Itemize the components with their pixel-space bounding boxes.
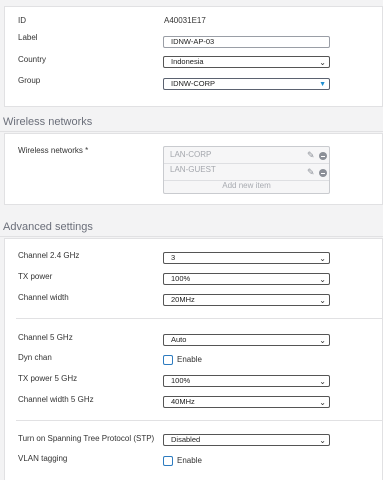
channel-5-select[interactable]: Auto ⌄ [163, 334, 330, 346]
network-name: LAN-GUEST [170, 165, 216, 174]
list-item: LAN-CORP ✎ [164, 147, 329, 163]
chevron-down-icon: ⌄ [319, 254, 326, 263]
channel-width-5-value: 40MHz [171, 397, 195, 406]
stp-value: Disabled [171, 435, 201, 444]
chevron-down-icon: ⌄ [319, 436, 326, 445]
stp-select[interactable]: Disabled ⌄ [163, 434, 330, 446]
vlan-enable-label[interactable]: Enable [177, 456, 202, 465]
chevron-down-icon: ⌄ [319, 58, 326, 67]
group-label: Group [18, 76, 41, 85]
dyn-chan-checkbox[interactable] [163, 355, 173, 365]
group-select[interactable]: IDNW-CORP ▼ [163, 78, 330, 90]
channel-width-5-label: Channel width 5 GHz [18, 395, 94, 404]
pencil-icon[interactable]: ✎ [307, 150, 317, 160]
remove-icon[interactable] [319, 152, 327, 160]
chevron-down-icon: ⌄ [319, 377, 326, 386]
id-label: ID [18, 16, 26, 25]
group-divider [16, 420, 383, 421]
chevron-down-icon: ⌄ [319, 336, 326, 345]
dyn-chan-enable-label[interactable]: Enable [177, 355, 202, 364]
channel-width-5-select[interactable]: 40MHz ⌄ [163, 396, 330, 408]
channel-width-label: Channel width [18, 293, 69, 302]
channel-24-label: Channel 2.4 GHz [18, 251, 80, 260]
country-select-value: Indonesia [171, 57, 204, 66]
chevron-down-icon: ⌄ [319, 296, 326, 305]
wireless-section-divider [0, 131, 383, 132]
remove-icon[interactable] [319, 169, 327, 177]
vlan-label: VLAN tagging [18, 454, 68, 463]
id-value: A40031E17 [164, 16, 206, 25]
group-divider [16, 318, 383, 319]
pencil-icon[interactable]: ✎ [307, 167, 317, 177]
channel-width-select[interactable]: 20MHz ⌄ [163, 294, 330, 306]
tx-power-5-select[interactable]: 100% ⌄ [163, 375, 330, 387]
network-name: LAN-CORP [170, 150, 212, 159]
channel-width-value: 20MHz [171, 295, 195, 304]
advanced-section-title: Advanced settings [3, 221, 93, 233]
chevron-down-icon: ⌄ [319, 398, 326, 407]
tx-power-5-value: 100% [171, 376, 191, 385]
channel-5-value: Auto [171, 335, 187, 344]
country-select[interactable]: Indonesia ⌄ [163, 56, 330, 68]
country-label: Country [18, 55, 47, 64]
label-input-value: IDNW-AP-03 [171, 37, 215, 46]
stp-label: Turn on Spanning Tree Protocol (STP) [18, 434, 155, 443]
tx-power-5-label: TX power 5 GHz [18, 374, 78, 383]
add-new-item-button[interactable]: Add new item [164, 181, 329, 190]
wireless-networks-list: LAN-CORP ✎ LAN-GUEST ✎ Add new item [163, 146, 330, 194]
dyn-chan-label: Dyn chan [18, 353, 52, 362]
caret-down-icon: ▼ [319, 81, 326, 88]
tx-power-label: TX power [18, 272, 53, 281]
advanced-section-divider [0, 236, 383, 237]
wireless-networks-label: Wireless networks * [18, 146, 89, 155]
chevron-down-icon: ⌄ [319, 275, 326, 284]
vlan-checkbox[interactable] [163, 456, 173, 466]
channel-5-label: Channel 5 GHz [18, 333, 73, 342]
label-input[interactable]: IDNW-AP-03 [163, 36, 330, 48]
tx-power-select[interactable]: 100% ⌄ [163, 273, 330, 285]
channel-24-value: 3 [171, 253, 176, 262]
group-select-value: IDNW-CORP [171, 79, 216, 88]
label-label: Label [18, 33, 38, 42]
list-item: LAN-GUEST ✎ [164, 164, 329, 180]
wireless-section-title: Wireless networks [3, 116, 93, 128]
tx-power-value: 100% [171, 274, 191, 283]
channel-24-select[interactable]: 3 ⌄ [163, 252, 330, 264]
